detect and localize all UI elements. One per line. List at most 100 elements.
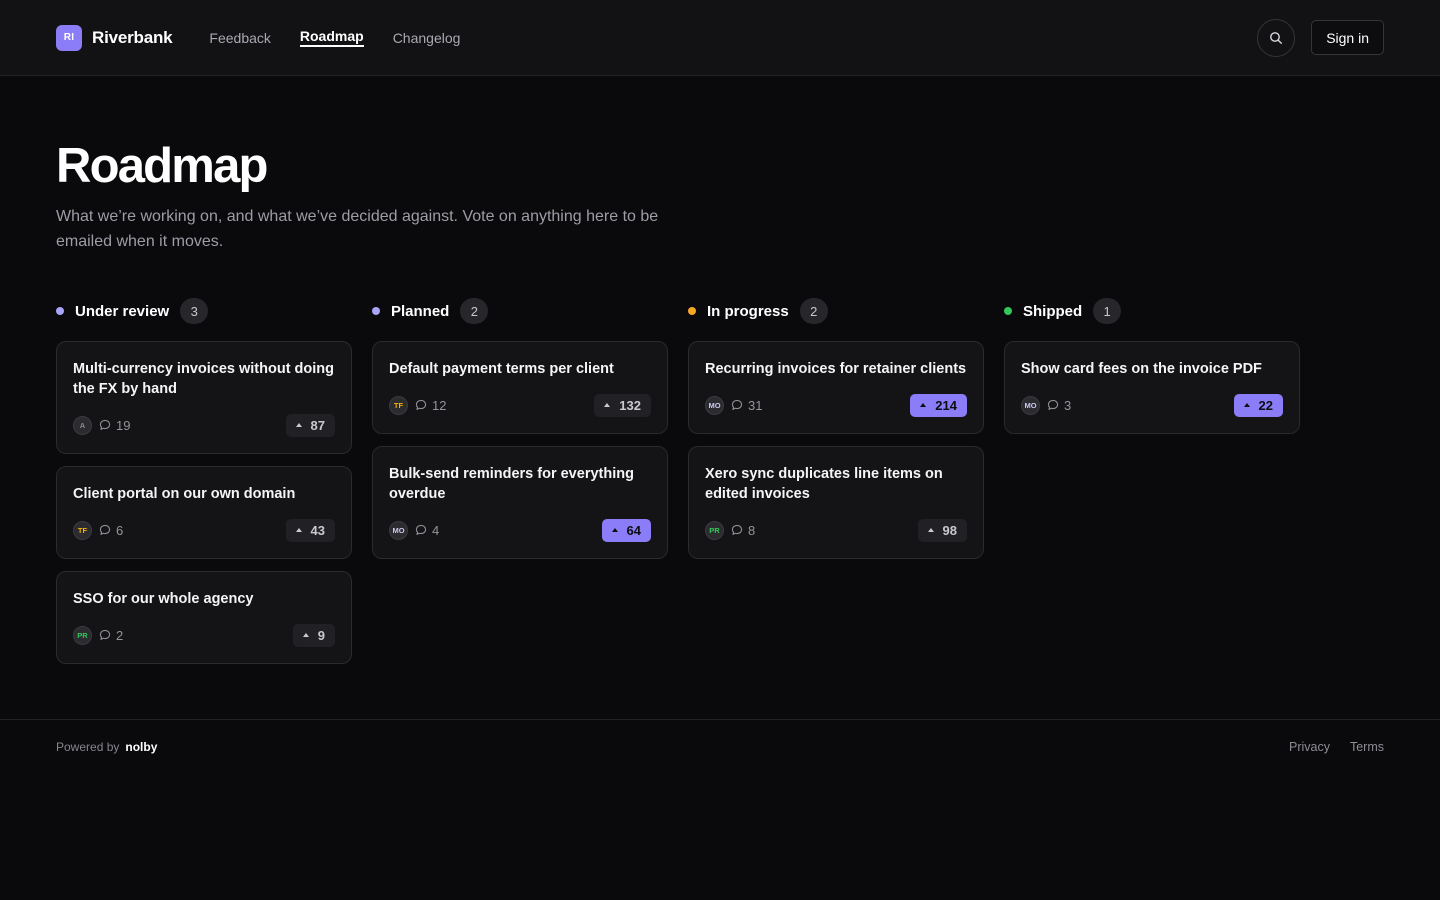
upvote-button[interactable]: 43 [285, 518, 335, 542]
footer: Powered by nolby Privacy Terms [0, 719, 1440, 773]
status-dot [1004, 307, 1012, 315]
column-title: Planned [391, 302, 450, 320]
main-nav: Feedback Roadmap Changelog [209, 27, 460, 49]
card-meta: TF 12 132 [389, 393, 651, 417]
page-subtitle: What we’re working on, and what we’ve de… [56, 208, 659, 250]
vote-count: 64 [626, 522, 641, 538]
comment-icon [731, 524, 743, 536]
avatar: PR [705, 520, 724, 540]
upvote-button[interactable]: 98 [917, 518, 967, 542]
privacy-link[interactable]: Privacy [1289, 740, 1330, 754]
card-title: Xero sync duplicates line items on edite… [705, 466, 943, 502]
avatar: TF [73, 520, 92, 540]
comment-count: 2 [116, 627, 124, 643]
roadmap-card[interactable]: Xero sync duplicates line items on edite… [688, 446, 984, 559]
column-title: Shipped [1023, 302, 1083, 320]
upvote-arrow-icon [611, 528, 618, 532]
upvote-button[interactable]: 22 [1233, 393, 1283, 417]
roadmap-card[interactable]: Recurring invoices for retainer clients M… [688, 341, 984, 434]
column-header: Shipped 1 [1004, 297, 1300, 325]
avatar: MO [1021, 395, 1040, 415]
comment-count: 19 [116, 417, 131, 433]
powered-by-brand[interactable]: nolby [125, 740, 157, 754]
avatar: A [73, 415, 92, 435]
status-dot [372, 307, 380, 315]
brand-logo: RI [56, 24, 82, 51]
column-shipped: Shipped 1 Show card fees on the invoice PD… [1004, 297, 1300, 676]
vote-count: 98 [942, 522, 957, 538]
brand[interactable]: RI Riverbank [56, 24, 173, 51]
upvote-button[interactable]: 9 [292, 623, 335, 647]
roadmap-card[interactable]: Multi-currency invoices without doing th… [56, 341, 352, 454]
vote-count: 43 [310, 522, 325, 538]
column-under-review: Under review 3 Multi-currency invoices wit… [56, 297, 352, 676]
column-header: Planned 2 [372, 297, 668, 325]
upvote-arrow-icon [604, 403, 611, 407]
upvote-button[interactable]: 132 [594, 393, 651, 417]
upvote-arrow-icon [295, 423, 302, 427]
comment-icon [99, 629, 111, 641]
column-planned: Planned 2 Default payment terms per client… [372, 297, 668, 676]
card-title: Recurring invoices for retainer clients [705, 361, 967, 377]
column-header: In progress 2 [688, 297, 984, 325]
roadmap-card[interactable]: SSO for our whole agency PR 2 9 [56, 571, 352, 664]
roadmap-card[interactable]: Bulk-send reminders for everything overd… [372, 446, 668, 559]
search-icon [1270, 31, 1283, 44]
upvote-button[interactable]: 87 [285, 413, 335, 437]
comment-icon [415, 524, 427, 536]
nav-feedback[interactable]: Feedback [209, 27, 270, 49]
card-title: Default payment terms per client [389, 361, 614, 377]
comment-count: 8 [748, 522, 756, 538]
page-title: Roadmap [56, 139, 268, 193]
column-count-badge: 3 [180, 298, 209, 324]
avatar: TF [389, 395, 408, 415]
avatar: PR [73, 625, 92, 645]
upvote-arrow-icon [920, 403, 927, 407]
roadmap-board: Under review 3 Multi-currency invoices wit… [56, 297, 1384, 676]
comment-count: 12 [432, 397, 447, 413]
comment-icon [99, 524, 111, 536]
sign-in-button[interactable]: Sign in [1311, 20, 1384, 55]
column-title: Under review [75, 302, 170, 320]
nav-roadmap[interactable]: Roadmap [299, 25, 364, 47]
footer-links: Privacy Terms [1289, 740, 1384, 754]
roadmap-card[interactable]: Show card fees on the invoice PDF MO 3 22 [1004, 341, 1300, 434]
search-button[interactable] [1257, 18, 1296, 57]
card-title: Bulk-send reminders for everything overd… [389, 466, 634, 502]
card-title: Client portal on our own domain [73, 486, 296, 502]
column-header: Under review 3 [56, 297, 352, 325]
card-meta: PR 8 98 [705, 518, 967, 542]
roadmap-card[interactable]: Client portal on our own domain TF 6 43 [56, 466, 352, 559]
comment-icon [731, 399, 743, 411]
column-count-badge: 2 [799, 298, 828, 324]
comment-icon [415, 399, 427, 411]
column-in-progress: In progress 2 Recurring invoices for retai… [688, 297, 984, 676]
card-meta: TF 6 43 [73, 518, 335, 542]
comment-count: 4 [432, 522, 440, 538]
comment-count: 31 [748, 397, 763, 413]
card-meta: PR 2 9 [73, 623, 335, 647]
vote-count: 22 [1258, 397, 1273, 413]
roadmap-card[interactable]: Default payment terms per client TF 12 132 [372, 341, 668, 434]
main-content: Roadmap What we’re working on, and what … [0, 76, 1440, 676]
card-title: Multi-currency invoices without doing th… [73, 361, 335, 397]
upvote-arrow-icon [927, 528, 934, 532]
upvote-arrow-icon [302, 633, 309, 637]
column-count-badge: 1 [1093, 298, 1122, 324]
nav-changelog[interactable]: Changelog [393, 27, 461, 49]
column-count-badge: 2 [460, 298, 489, 324]
upvote-button[interactable]: 64 [601, 518, 651, 542]
upvote-arrow-icon [295, 528, 302, 532]
status-dot [688, 307, 696, 315]
comment-count: 6 [116, 522, 124, 538]
card-title: Show card fees on the invoice PDF [1021, 361, 1262, 377]
vote-count: 132 [619, 397, 641, 413]
vote-count: 9 [317, 627, 325, 643]
status-dot [56, 307, 64, 315]
upvote-button[interactable]: 214 [910, 393, 967, 417]
terms-link[interactable]: Terms [1350, 740, 1384, 754]
header-actions: Sign in [1257, 18, 1384, 57]
card-title: SSO for our whole agency [73, 591, 254, 607]
powered-by-label: Powered by [56, 739, 120, 754]
avatar: MO [705, 395, 724, 415]
